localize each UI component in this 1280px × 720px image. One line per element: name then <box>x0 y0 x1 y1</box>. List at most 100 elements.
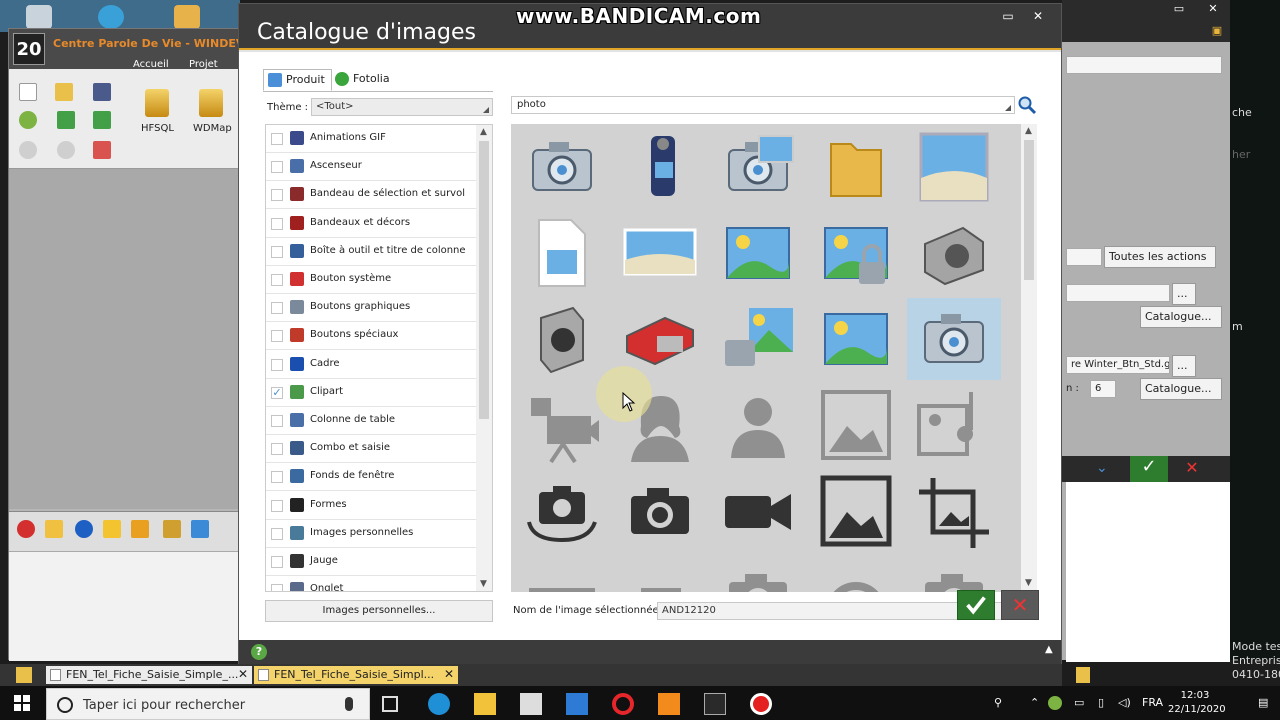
theme-list-item[interactable]: Combo et saisie <box>266 435 476 464</box>
battery-icon[interactable]: ▯ <box>1098 696 1104 709</box>
gallery-scroll-up-icon[interactable]: ▲ <box>1025 126 1032 136</box>
doc-tab-2-close-icon[interactable]: ✕ <box>444 667 454 681</box>
gallery-image[interactable] <box>907 556 1001 592</box>
gallery-image[interactable] <box>711 384 805 466</box>
scroll-down-icon[interactable]: ▼ <box>480 579 487 589</box>
taskbar-search-input[interactable]: Taper ici pour rechercher <box>46 688 370 720</box>
footer-collapse-icon[interactable]: ▲ <box>1045 644 1053 655</box>
catalogue-button-1[interactable]: Catalogue... <box>1140 306 1222 328</box>
ellipsis-button-2[interactable]: ... <box>1172 355 1196 377</box>
theme-list-item[interactable]: Ascenseur <box>266 153 476 182</box>
theme-checkbox[interactable] <box>271 527 283 540</box>
theme-checkbox[interactable] <box>271 443 283 456</box>
theme-checkbox[interactable] <box>271 556 283 568</box>
theme-checkbox[interactable] <box>271 330 283 343</box>
go-test-icon[interactable] <box>93 111 111 129</box>
theme-checkbox[interactable] <box>271 302 283 315</box>
open-folder-icon[interactable] <box>55 83 73 101</box>
theme-list-item[interactable]: Boîte à outil et titre de colonne <box>266 238 476 266</box>
sublime-icon[interactable] <box>658 693 680 715</box>
theme-list-item[interactable]: Boutons spéciaux <box>266 322 476 351</box>
cancel-button[interactable]: ✕ <box>1001 590 1039 620</box>
microphone-icon[interactable] <box>345 697 353 711</box>
windev-logo[interactable]: 20 <box>13 33 45 65</box>
tab-fotolia[interactable]: Fotolia <box>331 69 396 91</box>
close-icon[interactable]: ✕ <box>1202 2 1224 16</box>
all-actions-button[interactable]: Toutes les actions <box>1104 246 1216 268</box>
project-icon[interactable] <box>16 667 32 683</box>
theme-list-item[interactable]: Bandeau de sélection et survol <box>266 181 476 210</box>
desktop-app-icon[interactable] <box>98 5 124 29</box>
image-icon[interactable] <box>131 520 149 538</box>
gallery-image[interactable] <box>907 384 1001 466</box>
spinner-field[interactable]: 6 <box>1090 380 1116 398</box>
image-file-field[interactable]: re Winter_Btn_Std.gif <box>1066 356 1170 374</box>
theme-checkbox[interactable] <box>271 274 283 286</box>
gallery-image[interactable] <box>907 212 1001 294</box>
gallery-image[interactable] <box>809 126 903 208</box>
theme-checkbox[interactable] <box>271 189 283 202</box>
recycle-bin-icon[interactable] <box>26 5 52 29</box>
hfsql-desktop-icon[interactable] <box>174 5 200 29</box>
language-indicator[interactable]: FRA <box>1142 696 1163 709</box>
gallery-image[interactable] <box>515 298 609 380</box>
hfsql-label[interactable]: HFSQL <box>141 123 174 134</box>
theme-checkbox[interactable] <box>271 245 283 258</box>
theme-checkbox[interactable] <box>271 217 283 230</box>
gallery-scrollbar[interactable]: ▲ ▼ <box>1021 124 1037 592</box>
gallery-image[interactable] <box>711 470 805 552</box>
gallery-image[interactable] <box>613 556 707 592</box>
gallery-image[interactable] <box>711 298 805 380</box>
theme-list-scrollbar[interactable]: ▲ ▼ <box>476 125 492 591</box>
search-icon[interactable] <box>1017 95 1037 115</box>
diagram-icon[interactable] <box>93 141 111 159</box>
gallery-image[interactable] <box>613 470 707 552</box>
theme-list-item[interactable]: ✓ Clipart <box>266 379 476 407</box>
theme-list-item[interactable]: Onglet <box>266 576 476 591</box>
opera-icon[interactable] <box>612 693 634 715</box>
gallery-image[interactable] <box>711 126 805 208</box>
redo-icon[interactable] <box>57 141 75 159</box>
wdmap-label[interactable]: WDMap <box>193 123 232 134</box>
gallery-image[interactable] <box>809 298 903 380</box>
gallery-image[interactable] <box>613 126 707 208</box>
cancel-icon[interactable]: ✕ <box>1180 458 1204 480</box>
gallery-image[interactable] <box>613 212 707 294</box>
gallery-image[interactable] <box>809 556 903 592</box>
gallery-image-selected[interactable] <box>907 298 1001 380</box>
tab-produit[interactable]: Produit <box>263 69 332 91</box>
edge-icon[interactable] <box>428 693 450 715</box>
theme-checkbox[interactable]: ✓ <box>271 386 283 399</box>
doc-tab-1[interactable]: FEN_Tel_Fiche_Saisie_Simple_... ✕ <box>46 666 252 684</box>
doc-tab-2[interactable]: FEN_Tel_Fiche_Saisie_Simpl... ✕ <box>254 666 458 684</box>
info-icon[interactable] <box>75 520 93 538</box>
filter-icon[interactable] <box>191 520 209 538</box>
pin-icon[interactable] <box>1076 667 1090 683</box>
secondary-input-1[interactable] <box>1066 56 1222 74</box>
android-icon[interactable] <box>19 111 37 129</box>
search-input[interactable]: photo <box>511 96 1015 114</box>
gallery-image[interactable] <box>809 470 903 552</box>
theme-list-item[interactable]: Boutons graphiques <box>266 294 476 323</box>
ellipsis-button-1[interactable]: ... <box>1172 283 1196 305</box>
volume-icon[interactable]: ◁) <box>1118 696 1131 709</box>
dialog-close-icon[interactable]: ✕ <box>1025 7 1051 25</box>
gallery-image[interactable] <box>515 212 609 294</box>
sort-icon[interactable] <box>45 520 63 538</box>
secondary-input-3[interactable] <box>1066 284 1170 302</box>
theme-list-item[interactable]: Formes <box>266 492 476 520</box>
dialog-maximize-icon[interactable]: ▭ <box>995 7 1021 25</box>
doc-tab-1-close-icon[interactable]: ✕ <box>238 667 248 681</box>
undo-icon[interactable] <box>19 141 37 159</box>
theme-list-item[interactable]: Bouton système <box>266 266 476 294</box>
theme-checkbox[interactable] <box>271 499 283 512</box>
theme-checkbox[interactable] <box>271 133 283 145</box>
hfsql-icon[interactable] <box>145 89 169 117</box>
gallery-image[interactable] <box>515 126 609 208</box>
gallery-image[interactable] <box>907 126 1001 208</box>
dropdown-arrow-icon[interactable]: ⌄ <box>1096 460 1120 478</box>
go-icon[interactable] <box>57 111 75 129</box>
gallery-image[interactable] <box>809 212 903 294</box>
theme-list-item[interactable]: Fonds de fenêtre <box>266 463 476 492</box>
gallery-scroll-down-icon[interactable]: ▼ <box>1025 578 1032 588</box>
